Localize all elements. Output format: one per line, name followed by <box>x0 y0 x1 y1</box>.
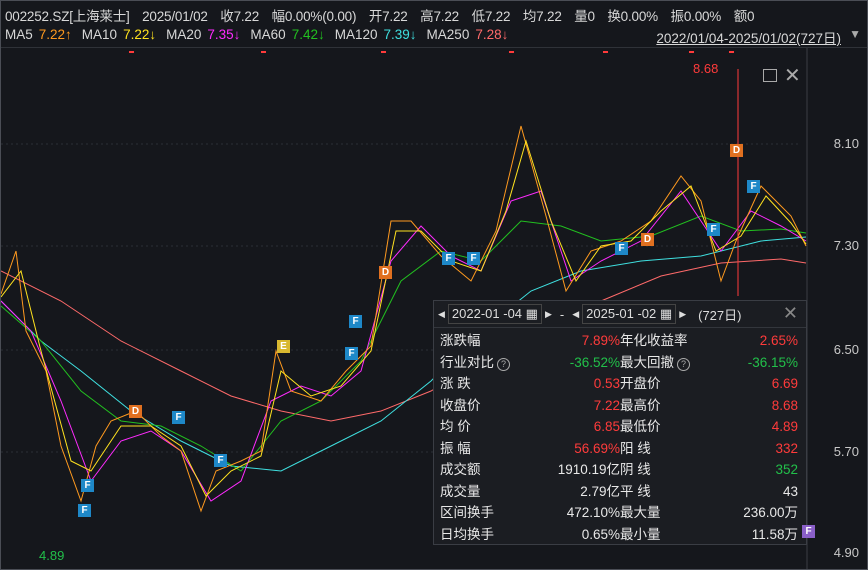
close-chart-icon[interactable]: ✕ <box>784 63 801 88</box>
min-price-label: 4.89 <box>39 548 65 563</box>
event-marker[interactable]: F <box>81 479 94 492</box>
top-tick-marks <box>129 51 734 53</box>
y-tick: 5.70 <box>833 444 859 459</box>
stock-chart-window: 002252.SZ[上海莱士] 2025/01/02 收7.22 幅0.00%(… <box>0 0 868 570</box>
y-tick: 6.50 <box>833 342 859 357</box>
stat-value: 6.85 <box>593 419 620 434</box>
max-price-label: 8.68 <box>693 61 719 76</box>
stat-label: 日均换手 <box>440 526 494 542</box>
stat-value: 8.68 <box>771 397 798 413</box>
stat-value: -36.52% <box>569 354 620 370</box>
event-marker[interactable]: D <box>641 233 654 246</box>
stat-value: 352 <box>775 462 798 477</box>
event-marker[interactable]: D <box>730 144 743 157</box>
stat-value: 6.69 <box>771 376 798 391</box>
day-count: (727日) <box>698 307 742 323</box>
stat-value: 0.65% <box>581 526 620 542</box>
stat-value: 4.89 <box>771 419 798 434</box>
y-tick: 8.10 <box>833 136 859 151</box>
stat-label: 振 幅 <box>440 440 471 456</box>
next-start-arrow[interactable]: ▶ <box>545 309 552 320</box>
stat-value: -36.15% <box>747 354 798 370</box>
stat-label: 阴 线 <box>620 462 651 477</box>
stat-label: 最高价 <box>620 397 661 413</box>
stat-label: 区间换手 <box>440 505 494 520</box>
stat-label: 行业对比? <box>440 353 530 374</box>
event-marker[interactable]: F <box>349 315 362 328</box>
stat-label: 最低价 <box>620 419 661 434</box>
event-marker[interactable]: D <box>379 266 392 279</box>
stats-grid: 涨跌幅 7.89% 年化收益率 2.65% 行业对比? -36.52% 最大回撤? -36.1… <box>434 328 806 545</box>
close-panel-icon[interactable]: ✕ <box>783 303 798 324</box>
event-marker[interactable]: F <box>214 454 227 467</box>
stat-value: 7.22 <box>593 397 620 413</box>
event-marker[interactable]: E <box>277 340 290 353</box>
marker-f[interactable]: F <box>802 525 815 538</box>
stat-value: 2.79亿 <box>580 483 620 499</box>
stat-label: 成交额 <box>440 462 481 477</box>
event-marker[interactable]: F <box>707 223 720 236</box>
event-marker[interactable]: D <box>129 405 142 418</box>
stat-value: 0.53 <box>593 376 620 391</box>
help-icon[interactable]: ? <box>497 357 510 371</box>
stat-label: 均 价 <box>440 419 471 434</box>
stat-value: 1910.19亿 <box>557 462 620 477</box>
maximize-icon[interactable] <box>763 69 777 82</box>
event-marker[interactable]: F <box>615 242 628 255</box>
stat-label: 收盘价 <box>440 397 481 413</box>
stat-label: 最大回撤? <box>620 353 710 374</box>
stat-label: 最大量 <box>620 505 661 520</box>
event-marker[interactable]: F <box>172 411 185 424</box>
stat-label: 最小量 <box>620 526 661 542</box>
stat-label: 年化收益率 <box>620 333 688 348</box>
calendar-icon: ▦ <box>525 306 538 321</box>
stat-label: 阳 线 <box>620 440 651 456</box>
stat-label: 涨跌幅 <box>440 333 481 348</box>
help-icon[interactable]: ? <box>677 357 690 371</box>
prev-start-arrow[interactable]: ◀ <box>438 309 445 320</box>
stat-value: 7.89% <box>581 333 620 348</box>
stat-value: 56.69% <box>574 440 620 456</box>
stat-value: 472.10% <box>566 505 620 520</box>
event-marker[interactable]: F <box>78 504 91 517</box>
event-marker[interactable]: F <box>467 252 480 265</box>
stat-value: 11.58万 <box>751 526 798 542</box>
stat-value: 43 <box>782 483 798 499</box>
end-date-input[interactable]: 2025-01 -02 ▦ <box>582 304 677 324</box>
event-marker[interactable]: F <box>747 180 760 193</box>
next-end-arrow[interactable]: ▶ <box>679 309 686 320</box>
range-stats-panel: ◀ 2022-01 -04 ▦ ▶ - ◀ 2025-01 -02 ▦ ▶ (7… <box>433 300 807 545</box>
y-tick: 7.30 <box>833 238 859 253</box>
event-marker[interactable]: F <box>345 347 358 360</box>
y-tick: 4.90 <box>833 545 859 560</box>
stat-label: 成交量 <box>440 483 481 499</box>
stat-value: 236.00万 <box>743 505 798 520</box>
stat-value: 332 <box>775 440 798 456</box>
calendar-icon: ▦ <box>659 306 673 321</box>
stat-label: 开盘价 <box>620 376 661 391</box>
date-range-selector: ◀ 2022-01 -04 ▦ ▶ - ◀ 2025-01 -02 ▦ ▶ (7… <box>434 301 806 328</box>
stat-value: 2.65% <box>759 333 798 348</box>
range-dash: - <box>559 306 565 322</box>
event-marker[interactable]: F <box>442 252 455 265</box>
start-date-input[interactable]: 2022-01 -04 ▦ <box>447 304 542 324</box>
stat-label: 涨 跌 <box>440 376 471 391</box>
stat-label: 平 线 <box>620 483 651 499</box>
prev-end-arrow[interactable]: ◀ <box>572 309 579 320</box>
